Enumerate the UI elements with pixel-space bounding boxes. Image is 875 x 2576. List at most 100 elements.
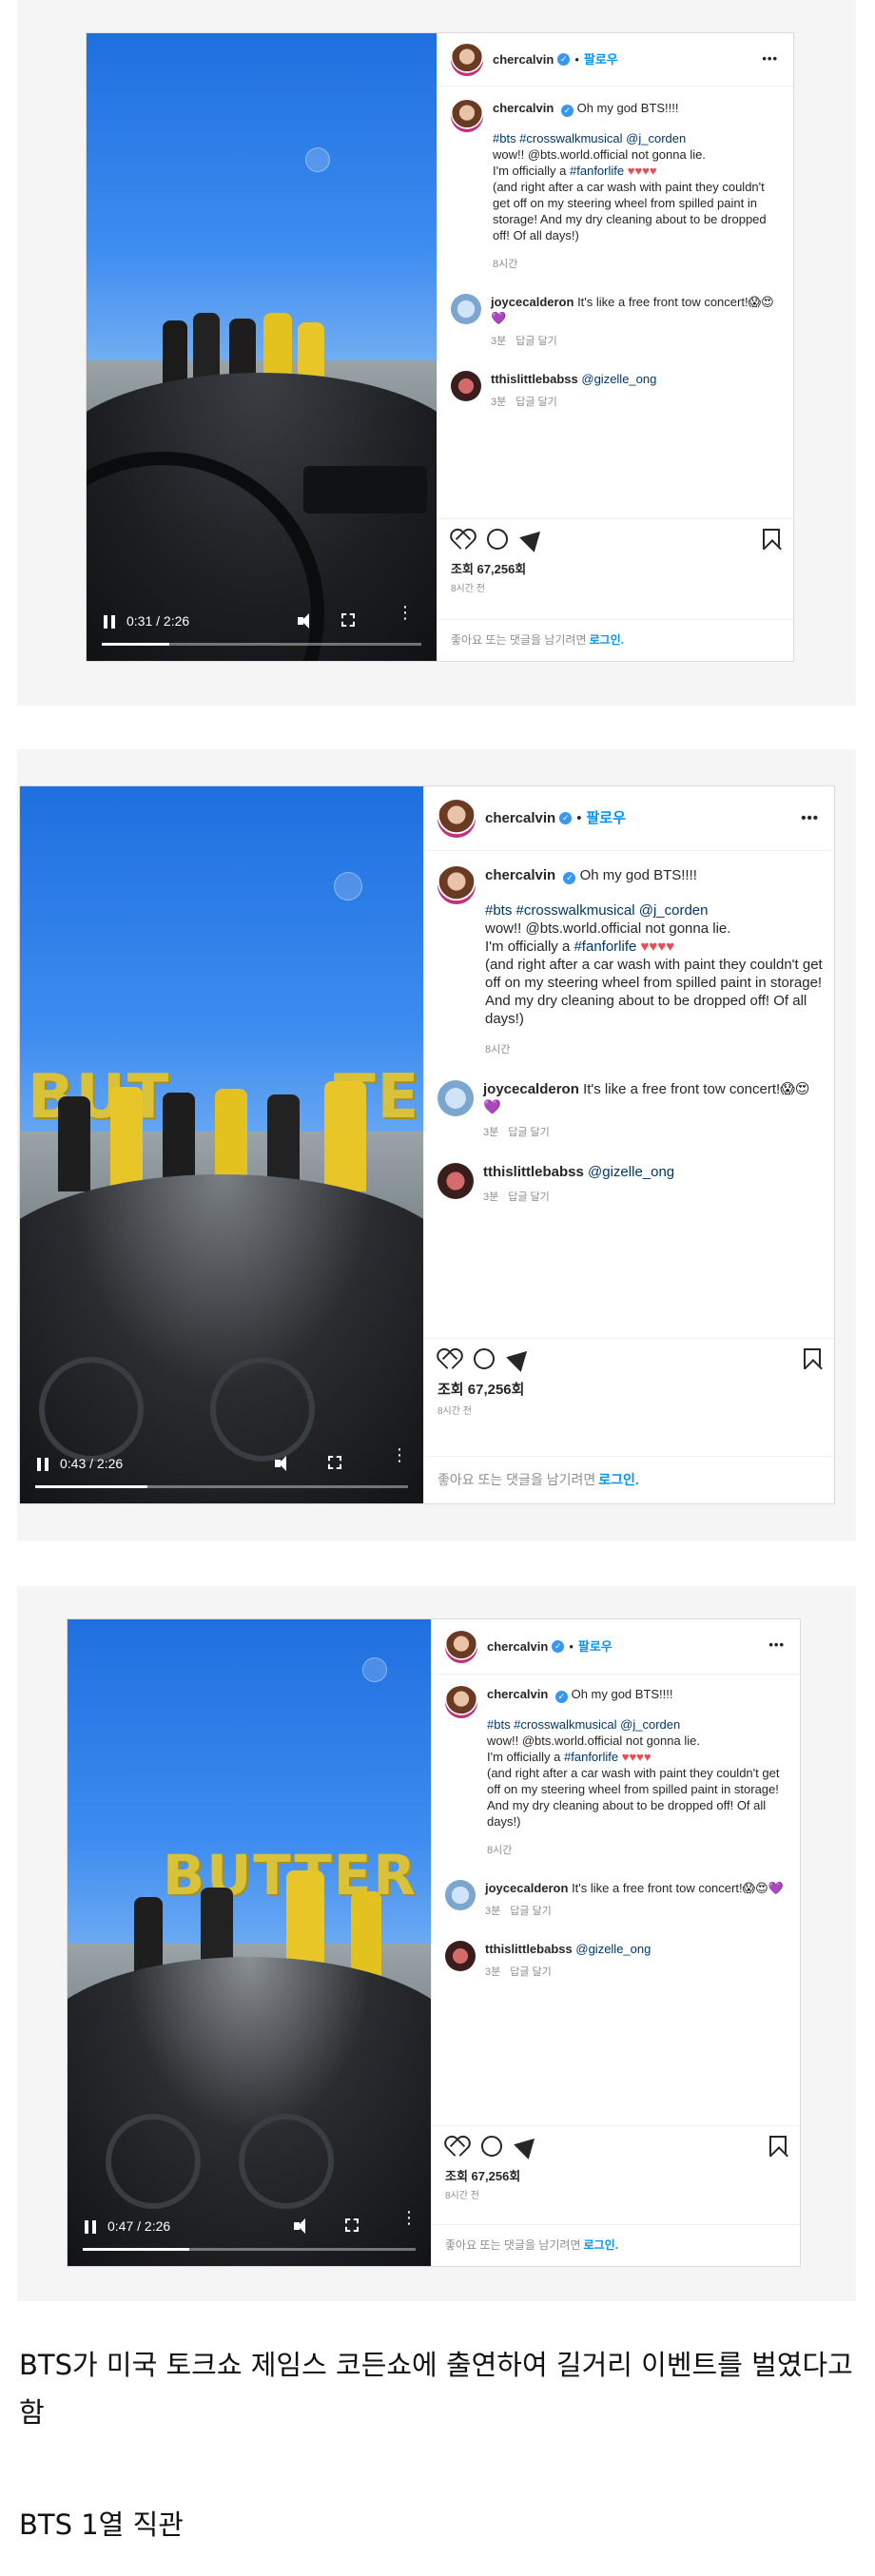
progress-bar[interactable] — [102, 643, 421, 646]
follow-button[interactable]: 팔로우 — [586, 809, 625, 827]
pause-icon[interactable] — [37, 1458, 49, 1471]
video-time: 0:43 / 2:26 — [60, 1456, 124, 1471]
video-player[interactable]: BUTTER 0:47 / 2:26 ⋮ — [68, 1619, 431, 2266]
caption: chercalvin ✓ Oh my god BTS!!!! #bts #cro… — [445, 1686, 790, 1859]
view-count[interactable]: 조회 67,256회 — [445, 2168, 787, 2184]
fullscreen-icon[interactable] — [328, 1456, 341, 1469]
pause-icon[interactable] — [104, 615, 115, 629]
comment-username[interactable]: tthislittlebabss — [491, 372, 578, 386]
verified-icon: ✓ — [552, 1640, 565, 1653]
avatar[interactable] — [438, 1163, 474, 1199]
pause-icon[interactable] — [85, 2220, 96, 2234]
comment: tthislittlebabss @gizelle_ong 3분 답글 달기 — [451, 371, 784, 411]
login-prompt: 좋아요 또는 댓글을 남기려면 — [438, 1472, 596, 1487]
progress-bar[interactable] — [83, 2248, 416, 2251]
avatar[interactable] — [451, 43, 483, 76]
video-player[interactable]: 0:31 / 2:26 ⋮ — [87, 33, 437, 661]
comment-username[interactable]: tthislittlebabss — [485, 1942, 573, 1956]
article-text-2: BTS 1열 직관 — [19, 2508, 184, 2541]
comment: joycecalderon It's like a free front tow… — [445, 1880, 790, 1920]
heart-icon[interactable] — [451, 529, 472, 550]
comment-icon[interactable] — [487, 529, 508, 550]
avatar[interactable] — [451, 371, 481, 401]
volume-icon[interactable] — [275, 1456, 288, 1471]
comment-icon[interactable] — [481, 2136, 502, 2157]
comment-age: 3분 — [483, 1127, 499, 1138]
video-player[interactable]: BUT TE 0:43 / 2:26 ⋮ — [20, 786, 423, 1503]
follow-button[interactable]: 팔로우 — [578, 1638, 612, 1655]
avatar[interactable] — [445, 1630, 477, 1663]
caption-hashtags[interactable]: #bts #crosswalkmusical @j_corden — [485, 902, 709, 919]
bookmark-icon[interactable] — [769, 2136, 787, 2157]
username[interactable]: chercalvin — [493, 51, 554, 68]
comment-text[interactable]: @gizelle_ong — [588, 1164, 674, 1180]
caption-username[interactable]: chercalvin — [485, 867, 555, 883]
caption-line: I'm officially a — [485, 939, 571, 955]
volume-icon[interactable] — [294, 2218, 307, 2234]
view-count[interactable]: 조회 67,256회 — [451, 561, 780, 577]
comment-icon[interactable] — [474, 1348, 495, 1369]
instagram-post: BUTTER 0:47 / 2:26 ⋮ chercalvin ✓ — [67, 1618, 801, 2267]
verified-icon: ✓ — [557, 53, 571, 66]
avatar[interactable] — [451, 100, 483, 132]
avatar[interactable] — [445, 1686, 477, 1718]
fullscreen-icon[interactable] — [341, 613, 355, 627]
caption-age: 8시간 — [485, 1044, 511, 1056]
reply-button[interactable]: 답글 달기 — [508, 1191, 550, 1203]
login-link[interactable]: 로그인. — [589, 632, 623, 649]
avatar[interactable] — [438, 866, 476, 904]
login-link[interactable]: 로그인. — [583, 2237, 617, 2254]
more-icon[interactable]: ⋮ — [397, 604, 414, 621]
instagram-post: BUT TE 0:43 / 2:26 ⋮ chercalvin ✓ • 팔로우 … — [19, 785, 835, 1504]
separator-dot: • — [569, 1639, 574, 1654]
comment-username[interactable]: joycecalderon — [491, 295, 574, 309]
comment-username[interactable]: tthislittlebabss — [483, 1164, 584, 1180]
avatar[interactable] — [451, 294, 481, 324]
more-options-icon[interactable]: ••• — [768, 1637, 785, 1653]
share-icon[interactable] — [514, 2131, 542, 2160]
avatar[interactable] — [445, 1880, 476, 1910]
post-header: chercalvin ✓ • 팔로우 ••• — [424, 786, 834, 851]
comment-text[interactable]: @gizelle_ong — [581, 372, 656, 386]
progress-fill — [83, 2248, 189, 2251]
comment-username[interactable]: joycecalderon — [485, 1881, 568, 1895]
progress-bar[interactable] — [35, 1485, 408, 1488]
heart-icon[interactable] — [438, 1348, 458, 1369]
avatar[interactable] — [438, 799, 476, 838]
more-options-icon[interactable]: ••• — [762, 50, 778, 67]
follow-button[interactable]: 팔로우 — [584, 51, 618, 68]
more-icon[interactable]: ⋮ — [400, 2209, 418, 2226]
caption-username[interactable]: chercalvin — [487, 1687, 548, 1701]
caption-hashtag[interactable]: #fanforlife — [574, 939, 636, 955]
comment-username[interactable]: joycecalderon — [483, 1081, 579, 1097]
caption-line: wow!! @bts.world.official not gonna lie. — [485, 920, 731, 937]
volume-icon[interactable] — [298, 613, 311, 629]
caption-hashtags[interactable]: #bts #crosswalkmusical @j_corden — [487, 1717, 680, 1732]
reply-button[interactable]: 답글 달기 — [510, 1906, 552, 1917]
login-link[interactable]: 로그인. — [598, 1471, 639, 1489]
heart-icon[interactable] — [445, 2136, 466, 2157]
caption-hashtag[interactable]: #fanforlife — [570, 164, 624, 178]
more-icon[interactable]: ⋮ — [391, 1446, 408, 1463]
share-icon[interactable] — [519, 524, 548, 552]
heart-emojis: ♥♥♥♥ — [627, 164, 657, 178]
caption-username[interactable]: chercalvin — [493, 101, 554, 115]
caption-hashtags[interactable]: #bts #crosswalkmusical @j_corden — [493, 131, 686, 145]
avatar[interactable] — [438, 1080, 474, 1116]
view-count[interactable]: 조회 67,256회 — [438, 1381, 821, 1399]
reply-button[interactable]: 답글 달기 — [510, 1966, 552, 1978]
reply-button[interactable]: 답글 달기 — [515, 397, 557, 408]
comment-text[interactable]: @gizelle_ong — [575, 1942, 651, 1956]
username[interactable]: chercalvin — [487, 1638, 548, 1655]
fullscreen-icon[interactable] — [345, 2218, 359, 2232]
reply-button[interactable]: 답글 달기 — [515, 336, 557, 347]
reply-button[interactable]: 답글 달기 — [508, 1127, 550, 1138]
share-icon[interactable] — [506, 1344, 535, 1372]
caption-line: wow!! @bts.world.official not gonna lie. — [487, 1733, 700, 1748]
avatar[interactable] — [445, 1941, 476, 1971]
bookmark-icon[interactable] — [804, 1348, 821, 1369]
bookmark-icon[interactable] — [763, 529, 780, 550]
more-options-icon[interactable]: ••• — [801, 809, 819, 827]
caption-hashtag[interactable]: #fanforlife — [564, 1750, 618, 1764]
username[interactable]: chercalvin — [485, 809, 555, 827]
